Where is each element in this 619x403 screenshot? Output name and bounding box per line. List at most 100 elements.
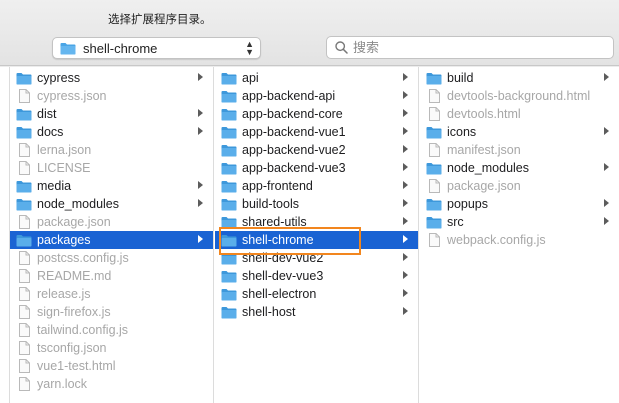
folder-row[interactable]: shell-electron [215,285,418,303]
search-input[interactable] [353,40,593,55]
chevron-right-icon [604,163,609,171]
browser-gutter [0,67,10,403]
folder-row[interactable]: shell-dev-vue2 [215,249,418,267]
chevron-right-icon [198,199,203,207]
item-label: node_modules [37,197,120,211]
column-packages[interactable]: api app-backend-api app-backend-core app-ba… [215,67,419,403]
item-label: app-backend-core [242,107,343,121]
item-label: app-frontend [242,179,313,193]
folder-row[interactable]: api [215,69,418,87]
folder-row[interactable]: shell-chrome [215,231,418,249]
search-field[interactable] [326,36,614,59]
file-row[interactable]: release.js [10,285,213,303]
location-popup-button[interactable]: shell-chrome ▲ ▼ [52,37,261,59]
item-label: webpack.config.js [447,233,546,247]
folder-icon-wrap [221,107,237,121]
document-icon-wrap [426,107,442,121]
file-row[interactable]: manifest.json [420,141,619,159]
document-icon [18,359,30,373]
file-row[interactable]: lerna.json [10,141,213,159]
folder-icon-wrap [426,215,442,229]
folder-row[interactable]: app-backend-core [215,105,418,123]
folder-row[interactable]: cypress [10,69,213,87]
file-row[interactable]: devtools-background.html [420,87,619,105]
folder-row[interactable]: node_modules [420,159,619,177]
file-row[interactable]: postcss.config.js [10,249,213,267]
file-row[interactable]: webpack.config.js [420,231,619,249]
file-row[interactable]: tsconfig.json [10,339,213,357]
folder-icon-wrap [221,233,237,247]
item-label: cypress [37,71,81,85]
folder-icon-wrap [16,125,32,139]
folder-row[interactable]: src [420,213,619,231]
folder-icon [426,198,442,210]
folder-row[interactable]: packages [10,231,213,249]
document-icon [18,377,30,391]
column-root[interactable]: cypress cypress.json dist docs lerna.json LIC… [10,67,214,403]
item-label: manifest.json [447,143,521,157]
file-row[interactable]: devtools.html [420,105,619,123]
folder-icon [221,306,237,318]
folder-row[interactable]: app-backend-vue3 [215,159,418,177]
file-row[interactable]: tailwind.config.js [10,321,213,339]
item-label: app-backend-vue1 [242,125,346,139]
document-icon-wrap [426,233,442,247]
folder-icon-wrap [16,197,32,211]
folder-row[interactable]: media [10,177,213,195]
file-row[interactable]: yarn.lock [10,375,213,393]
folder-row[interactable]: app-backend-vue2 [215,141,418,159]
folder-icon [221,90,237,102]
item-label: tsconfig.json [37,341,107,355]
folder-icon [221,108,237,120]
file-row[interactable]: LICENSE [10,159,213,177]
folder-row[interactable]: app-backend-vue1 [215,123,418,141]
folder-icon-wrap [221,215,237,229]
chevron-right-icon [403,73,408,81]
folder-row[interactable]: docs [10,123,213,141]
file-row[interactable]: cypress.json [10,87,213,105]
file-row[interactable]: README.md [10,267,213,285]
folder-row[interactable]: build-tools [215,195,418,213]
folder-row[interactable]: shared-utils [215,213,418,231]
item-label: docs [37,125,64,139]
document-icon [18,215,30,229]
file-row[interactable]: package.json [10,213,213,231]
folder-row[interactable]: shell-dev-vue3 [215,267,418,285]
item-label: yarn.lock [37,377,88,391]
chevron-right-icon [198,73,203,81]
folder-row[interactable]: node_modules [10,195,213,213]
chevron-right-icon [403,289,408,297]
item-label: cypress.json [37,89,107,103]
folder-icon [426,72,442,84]
folder-icon-wrap [221,197,237,211]
folder-icon-wrap [221,251,237,265]
item-label: app-backend-api [242,89,336,103]
document-icon-wrap [426,143,442,157]
folder-icon-wrap [221,161,237,175]
file-row[interactable]: sign-firefox.js [10,303,213,321]
file-row[interactable]: package.json [420,177,619,195]
column-shell-chrome[interactable]: build devtools-background.html devtools.ht… [420,67,619,403]
folder-icon-wrap [221,71,237,85]
chevron-right-icon [403,127,408,135]
item-label: package.json [447,179,521,193]
item-label: shell-dev-vue2 [242,251,324,265]
folder-row[interactable]: build [420,69,619,87]
folder-row[interactable]: icons [420,123,619,141]
item-label: postcss.config.js [37,251,129,265]
document-icon-wrap [16,377,32,391]
folder-icon [221,198,237,210]
folder-row[interactable]: app-backend-api [215,87,418,105]
chevron-right-icon [604,199,609,207]
folder-row[interactable]: popups [420,195,619,213]
folder-row[interactable]: dist [10,105,213,123]
folder-row[interactable]: shell-host [215,303,418,321]
document-icon-wrap [16,269,32,283]
folder-icon-wrap [221,305,237,319]
file-row[interactable]: vue1-test.html [10,357,213,375]
document-icon-wrap [16,143,32,157]
folder-row[interactable]: app-frontend [215,177,418,195]
location-popup-label: shell-chrome [83,40,158,56]
document-icon-wrap [16,251,32,265]
folder-icon [16,126,32,138]
